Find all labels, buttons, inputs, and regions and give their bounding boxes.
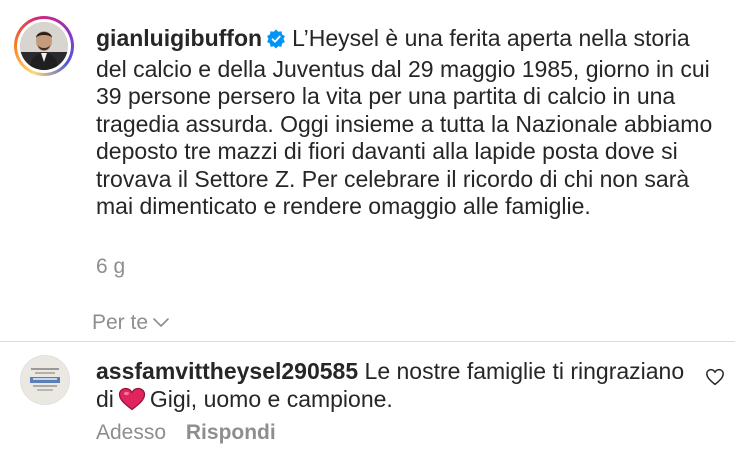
author-avatar[interactable] xyxy=(14,16,74,76)
reply-text-end: Gigi, uomo e campione. xyxy=(149,386,393,412)
post-age: 6 g xyxy=(96,255,126,278)
translation-label: Per te xyxy=(92,311,149,334)
divider xyxy=(0,341,735,342)
reply-time: Adesso xyxy=(96,421,167,444)
reply-username[interactable]: assfamvittheysel290585 xyxy=(96,358,358,384)
post-caption: gianluigibuffon L’Heysel è una ferita ape… xyxy=(96,25,726,221)
verified-badge-icon xyxy=(266,28,286,56)
reply-avatar[interactable] xyxy=(20,355,70,405)
reply-meta: Adesso Rispondi xyxy=(96,421,276,445)
reply-button[interactable]: Rispondi xyxy=(186,421,276,444)
translation-toggle[interactable]: Per te xyxy=(92,311,169,335)
heart-outline-icon[interactable] xyxy=(705,368,725,391)
person-silhouette-icon xyxy=(20,22,68,70)
red-heart-emoji xyxy=(118,387,146,417)
avatar-photo xyxy=(20,22,68,70)
reply-comment: assfamvittheysel290585 Le nostre famigli… xyxy=(96,357,696,417)
association-logo-icon xyxy=(21,356,69,404)
post-username[interactable]: gianluigibuffon xyxy=(96,25,262,51)
caption-text: L’Heysel è una ferita aperta nella stori… xyxy=(96,25,713,219)
chevron-down-icon xyxy=(153,318,169,327)
